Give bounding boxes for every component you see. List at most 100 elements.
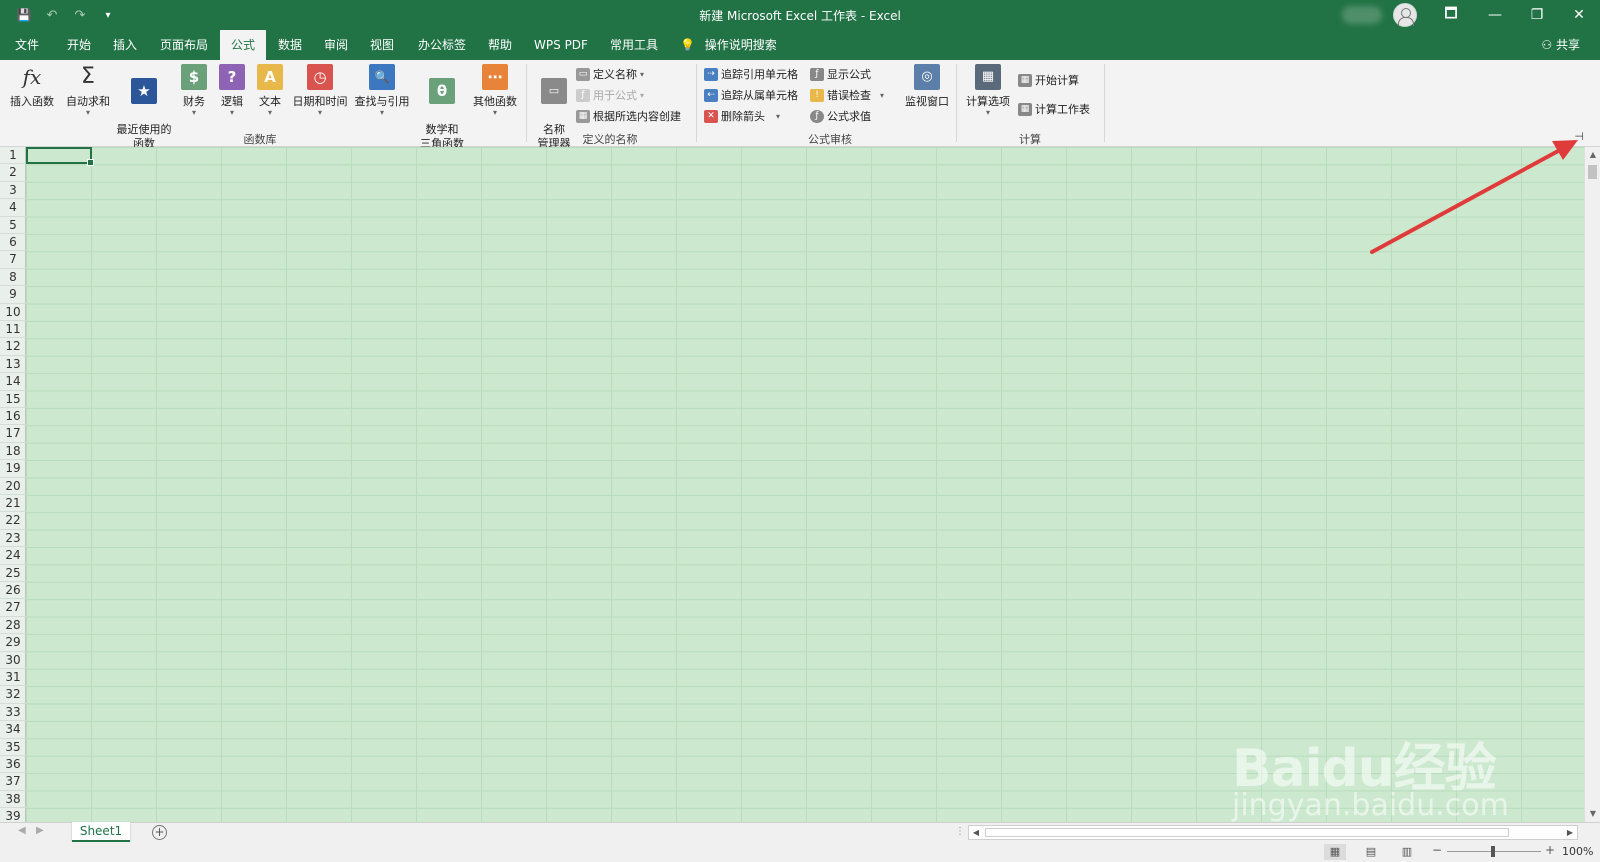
row-header[interactable]: 36 [0, 756, 26, 774]
evaluate-formula-button[interactable]: ƒ 公式求值 [810, 107, 871, 125]
text-button[interactable]: A 文本 ▾ [252, 64, 288, 117]
autosum-button[interactable]: Σ 自动求和 ▾ [62, 64, 114, 117]
row-header[interactable]: 18 [0, 443, 26, 461]
share-button[interactable]: ⚇ 共享 [1541, 30, 1580, 60]
row-header[interactable]: 26 [0, 582, 26, 600]
horizontal-scrollbar[interactable]: ◀ ▶ [968, 825, 1578, 840]
tab-file[interactable]: 文件 [6, 30, 48, 60]
row-header[interactable]: 39 [0, 808, 26, 822]
worksheet-grid[interactable]: 1 2 3 4 5 6 7 8 9 10 11 12 13 14 15 16 17 18 19 20 21 22 23 24 2… [0, 147, 1600, 822]
row-header[interactable]: 11 [0, 321, 26, 339]
row-header[interactable]: 3 [0, 182, 26, 200]
zoom-level[interactable]: 100% [1562, 845, 1593, 858]
row-header[interactable]: 27 [0, 599, 26, 617]
calculation-options-button[interactable]: ▦ 计算选项 ▾ [962, 64, 1014, 117]
vertical-scroll-thumb[interactable] [1588, 165, 1597, 179]
tab-review[interactable]: 审阅 [314, 30, 358, 60]
row-header[interactable]: 25 [0, 565, 26, 582]
row-header[interactable]: 13 [0, 356, 26, 374]
date-time-button[interactable]: ◷ 日期和时间 ▾ [290, 64, 350, 117]
row-header[interactable]: 10 [0, 304, 26, 321]
row-header[interactable]: 16 [0, 408, 26, 426]
tab-home[interactable]: 开始 [58, 30, 100, 60]
row-header[interactable]: 5 [0, 217, 26, 234]
trace-precedents-button[interactable]: ⇢ 追踪引用单元格 [704, 65, 798, 83]
horizontal-scroll-thumb[interactable] [985, 828, 1509, 837]
row-header[interactable]: 35 [0, 739, 26, 756]
row-header[interactable]: 7 [0, 251, 26, 269]
define-name-button[interactable]: ▭ 定义名称 ▾ [576, 65, 644, 83]
close-button[interactable]: ✕ [1558, 0, 1600, 30]
ribbon-display-options-button[interactable]: 🗖 [1430, 0, 1472, 30]
tab-office-tab[interactable]: 办公标签 [410, 30, 474, 60]
page-break-view-icon[interactable]: ▥ [1396, 844, 1418, 860]
show-formulas-button[interactable]: ƒ 显示公式 [810, 65, 871, 83]
logical-button[interactable]: ? 逻辑 ▾ [214, 64, 250, 117]
row-header[interactable]: 8 [0, 269, 26, 287]
zoom-in-button[interactable]: + [1545, 843, 1555, 857]
error-checking-button[interactable]: ! 错误检查 ▾ [810, 86, 884, 104]
row-header[interactable]: 20 [0, 478, 26, 495]
lookup-reference-button[interactable]: 🔍 查找与引用 ▾ [352, 64, 412, 117]
row-header[interactable]: 33 [0, 704, 26, 722]
tab-formulas[interactable]: 公式 [220, 30, 266, 60]
row-header[interactable]: 9 [0, 286, 26, 304]
tab-view[interactable]: 视图 [360, 30, 404, 60]
recently-used-button[interactable]: ★ 最近使用的 函数 [114, 64, 174, 151]
tab-help[interactable]: 帮助 [478, 30, 522, 60]
row-header[interactable]: 38 [0, 791, 26, 809]
calculate-sheet-button[interactable]: ▦ 计算工作表 [1018, 100, 1090, 118]
use-in-formula-button[interactable]: ƒ 用于公式 ▾ [576, 86, 644, 104]
tab-insert[interactable]: 插入 [104, 30, 146, 60]
more-functions-button[interactable]: ⋯ 其他函数 ▾ [470, 64, 520, 117]
row-header[interactable]: 14 [0, 373, 26, 391]
normal-view-icon[interactable]: ▦ [1324, 844, 1346, 860]
next-sheet-icon[interactable]: ▶ [36, 825, 44, 836]
row-header[interactable]: 2 [0, 164, 26, 182]
trace-dependents-button[interactable]: ⇠ 追踪从属单元格 [704, 86, 798, 104]
row-header[interactable]: 21 [0, 495, 26, 513]
row-header[interactable]: 17 [0, 425, 26, 443]
tell-me-search[interactable]: 💡 操作说明搜索 [680, 30, 777, 60]
previous-sheet-icon[interactable]: ◀ [18, 825, 26, 836]
row-header[interactable]: 22 [0, 512, 26, 530]
active-cell-a1[interactable] [26, 147, 94, 166]
tab-data[interactable]: 数据 [268, 30, 312, 60]
user-avatar[interactable] [1393, 3, 1417, 27]
row-header[interactable]: 30 [0, 652, 26, 669]
row-header[interactable]: 19 [0, 460, 26, 478]
scroll-down-icon[interactable]: ▼ [1585, 806, 1600, 822]
scroll-up-icon[interactable]: ▲ [1585, 147, 1600, 163]
row-header[interactable]: 6 [0, 234, 26, 252]
page-layout-view-icon[interactable]: ▤ [1360, 844, 1382, 860]
tab-common-tools[interactable]: 常用工具 [602, 30, 666, 60]
insert-function-button[interactable]: fx 插入函数 [6, 64, 58, 109]
row-header[interactable]: 23 [0, 530, 26, 548]
calculate-now-button[interactable]: ▦ 开始计算 [1018, 71, 1079, 89]
row-header[interactable]: 1 [0, 147, 26, 165]
row-header[interactable]: 32 [0, 686, 26, 704]
scroll-left-icon[interactable]: ◀ [969, 826, 983, 839]
remove-arrows-button[interactable]: ✕ 删除箭头 ▾ [704, 107, 780, 125]
create-from-selection-button[interactable]: ▦ 根据所选内容创建 [576, 107, 681, 125]
zoom-slider-thumb[interactable] [1491, 846, 1495, 857]
scroll-right-icon[interactable]: ▶ [1563, 826, 1577, 839]
row-header[interactable]: 24 [0, 547, 26, 565]
tab-wps-pdf[interactable]: WPS PDF [526, 30, 596, 60]
pin-ribbon-icon[interactable]: ⊣ [1574, 130, 1584, 143]
tab-page-layout[interactable]: 页面布局 [152, 30, 216, 60]
row-header[interactable]: 31 [0, 669, 26, 687]
math-trig-button[interactable]: θ 数学和 三角函数 [414, 64, 470, 151]
vertical-scrollbar[interactable]: ▲ ▼ [1584, 147, 1600, 822]
add-sheet-button[interactable]: + [152, 825, 167, 840]
minimize-button[interactable]: — [1474, 0, 1516, 30]
row-header[interactable]: 28 [0, 617, 26, 635]
row-header[interactable]: 4 [0, 199, 26, 217]
row-header[interactable]: 12 [0, 338, 26, 356]
restore-button[interactable]: ❐ [1516, 0, 1558, 30]
sheet-tab-sheet1[interactable]: Sheet1 [72, 822, 130, 842]
row-header[interactable]: 34 [0, 721, 26, 739]
financial-button[interactable]: $ 财务 ▾ [176, 64, 212, 117]
row-header[interactable]: 15 [0, 391, 26, 408]
cell-grid[interactable] [26, 147, 1584, 822]
